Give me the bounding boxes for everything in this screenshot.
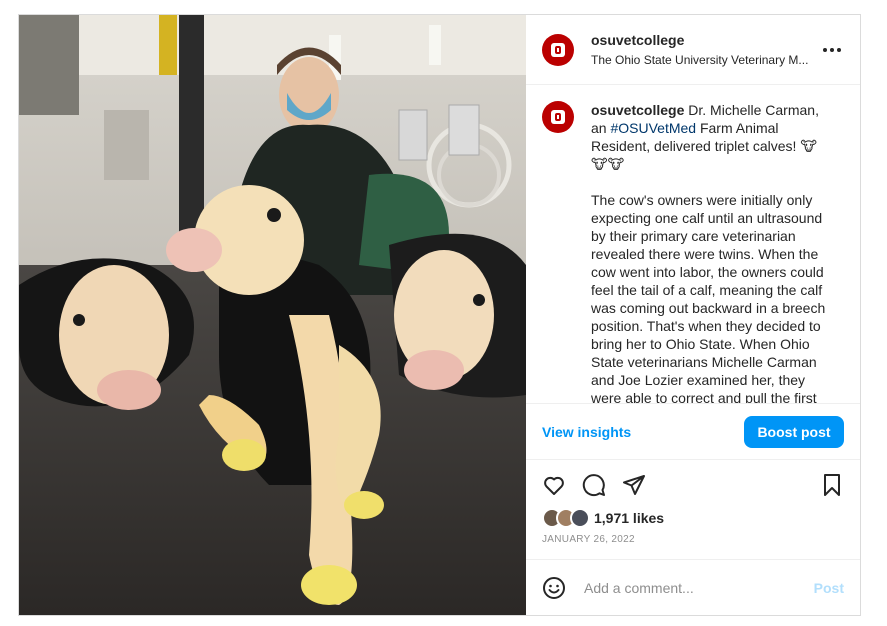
comment-bar: Post <box>526 559 860 615</box>
action-icons <box>542 472 844 498</box>
more-options-icon[interactable] <box>820 47 844 52</box>
post-photo[interactable] <box>19 15 526 615</box>
instagram-post: osuvetcollege The Ohio State University … <box>18 14 861 616</box>
header-username[interactable]: osuvetcollege <box>591 32 820 48</box>
liker-avatar <box>570 508 590 528</box>
profile-avatar[interactable] <box>542 33 574 66</box>
caption-paragraph-1: osuvetcollege Dr. Michelle Carman, an #O… <box>591 101 827 173</box>
caption-text: osuvetcollege Dr. Michelle Carman, an #O… <box>591 101 827 403</box>
boost-post-button[interactable]: Boost post <box>744 415 844 448</box>
header-subtitle[interactable]: The Ohio State University Veterinary M..… <box>591 53 809 67</box>
post-sidebar: osuvetcollege The Ohio State University … <box>526 15 860 615</box>
bookmark-icon[interactable] <box>820 473 844 497</box>
triplet-calves-image <box>19 15 526 615</box>
post-header: osuvetcollege The Ohio State University … <box>526 15 860 85</box>
emoji-icon[interactable] <box>542 576 566 600</box>
osu-logo-icon <box>551 42 565 57</box>
share-icon[interactable] <box>622 473 646 497</box>
caption-area[interactable]: osuvetcollege Dr. Michelle Carman, an #O… <box>526 85 860 403</box>
caption-username[interactable]: osuvetcollege <box>591 102 684 118</box>
post-comment-button[interactable]: Post <box>814 580 844 596</box>
likes-row: 1,971 likes <box>542 508 844 528</box>
heart-icon[interactable] <box>542 473 566 497</box>
insights-bar: View insights Boost post <box>526 403 860 459</box>
caption-avatar[interactable] <box>542 101 574 133</box>
caption-paragraph-2: The cow's owners were initially only exp… <box>591 192 826 403</box>
header-text: osuvetcollege The Ohio State University … <box>591 32 820 67</box>
post-date: JANUARY 26, 2022 <box>542 534 635 545</box>
liker-avatars[interactable] <box>542 508 590 528</box>
actions-section: 1,971 likes JANUARY 26, 2022 <box>526 459 860 559</box>
likes-count[interactable]: 1,971 likes <box>594 510 664 526</box>
comment-icon[interactable] <box>582 473 606 497</box>
osu-logo-icon <box>551 110 565 124</box>
comment-input[interactable] <box>582 578 814 597</box>
view-insights-link[interactable]: View insights <box>542 424 631 440</box>
hashtag-link[interactable]: #OSUVetMed <box>610 120 696 136</box>
